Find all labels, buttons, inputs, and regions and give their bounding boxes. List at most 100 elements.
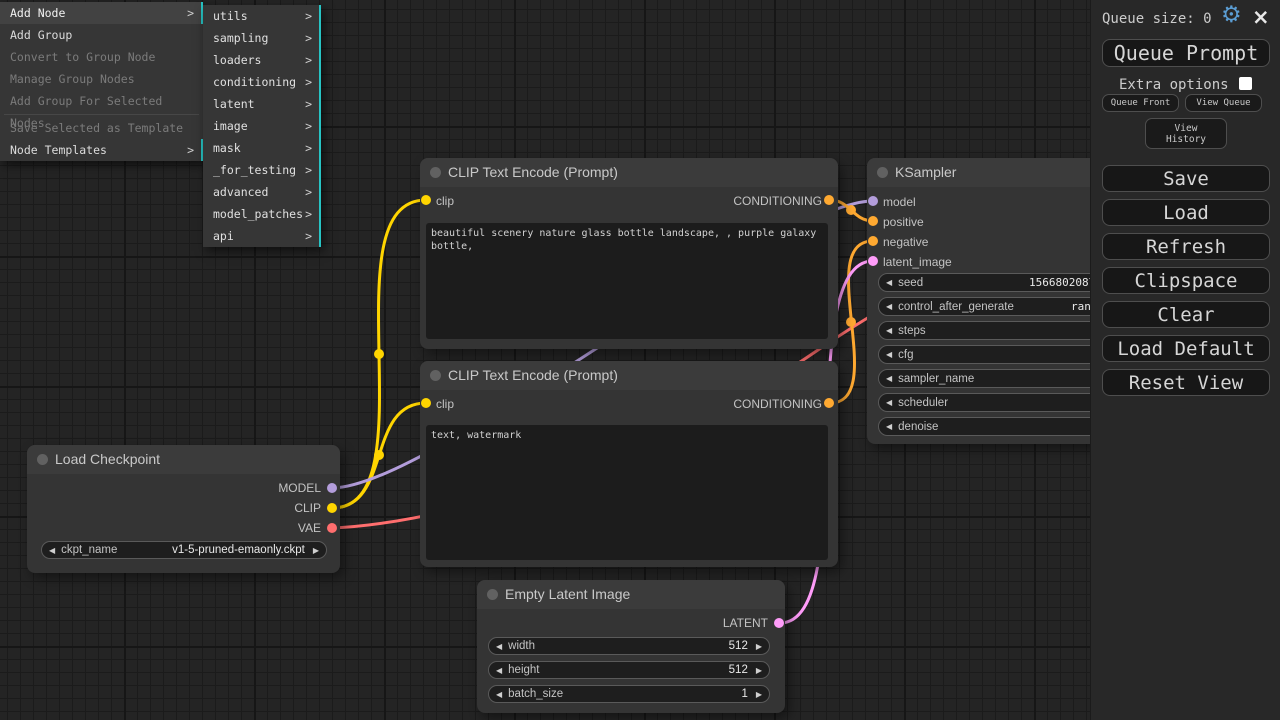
submenu-item-latent[interactable]: latent > (203, 93, 321, 115)
widget-denoise[interactable]: ◀ denoise (878, 417, 1124, 436)
decrement-arrow-icon[interactable]: ◀ (886, 350, 892, 359)
collapse-dot-icon[interactable] (487, 589, 498, 600)
view-queue-button[interactable]: View Queue (1185, 94, 1262, 112)
collapse-dot-icon[interactable] (430, 167, 441, 178)
decrement-arrow-icon[interactable]: ◀ (886, 278, 892, 287)
comfy-menu-panel: Queue size: 0 ⚙ × Queue Prompt Extra opt… (1090, 0, 1280, 720)
extra-options-checkbox[interactable] (1239, 77, 1252, 90)
collapse-dot-icon[interactable] (430, 370, 441, 381)
prompt-textarea[interactable]: beautiful scenery nature glass bottle la… (426, 223, 828, 339)
decrement-arrow-icon[interactable]: ◀ (886, 398, 892, 407)
node-clip-text-encode-1[interactable]: CLIP Text Encode (Prompt) clip CONDITION… (420, 158, 838, 349)
submenu-item-model-patches[interactable]: model_patches > (203, 203, 321, 225)
menu-item-node-templates[interactable]: Node Templates > (0, 139, 203, 161)
output-port-vae[interactable] (327, 523, 337, 533)
close-icon[interactable]: × (1252, 5, 1270, 29)
view-history-button[interactable]: View History (1145, 118, 1227, 149)
input-port-negative[interactable] (868, 236, 878, 246)
queue-front-button[interactable]: Queue Front (1102, 94, 1179, 112)
node-title-bar[interactable]: Load Checkpoint (27, 445, 340, 474)
collapse-dot-icon[interactable] (37, 454, 48, 465)
submenu-item-sampling[interactable]: sampling > (203, 27, 321, 49)
prompt-textarea[interactable]: text, watermark (426, 425, 828, 560)
submenu-arrow-icon: > (305, 137, 312, 159)
menu-item-save-selected-as-template[interactable]: Save Selected as Template (0, 117, 203, 139)
widget-steps[interactable]: ◀ steps (878, 321, 1124, 340)
submenu-item-api[interactable]: api > (203, 225, 321, 247)
input-port-model[interactable] (868, 196, 878, 206)
increment-arrow-icon[interactable]: ▶ (756, 666, 762, 675)
menu-item-add-group[interactable]: Add Group (0, 24, 203, 46)
load-button[interactable]: Load (1102, 199, 1270, 226)
submenu-item-for-testing[interactable]: _for_testing > (203, 159, 321, 181)
output-port-conditioning[interactable] (824, 195, 834, 205)
output-port-clip[interactable] (327, 503, 337, 513)
collapse-dot-icon[interactable] (877, 167, 888, 178)
node-title-bar[interactable]: CLIP Text Encode (Prompt) (420, 361, 838, 390)
widget-ckpt-name[interactable]: ◀ ckpt_name v1-5-pruned-emaonly.ckpt ▶ (41, 541, 327, 559)
input-port-clip[interactable] (421, 195, 431, 205)
submenu-arrow-icon: > (187, 139, 194, 161)
widget-batch-size[interactable]: ◀ batch_size 1 ▶ (488, 685, 770, 703)
submenu-item-utils[interactable]: utils > (203, 5, 321, 27)
input-port-positive[interactable] (868, 216, 878, 226)
output-port-latent[interactable] (774, 618, 784, 628)
menu-item-manage-group-nodes[interactable]: Manage Group Nodes (0, 68, 203, 90)
decrement-arrow-icon[interactable]: ◀ (496, 642, 502, 651)
widget-label: denoise (898, 421, 938, 433)
widget-cfg[interactable]: ◀ cfg (878, 345, 1124, 364)
output-port-model[interactable] (327, 483, 337, 493)
menu-item-add-group-for-selected-nodes[interactable]: Add Group For Selected Nodes (0, 90, 203, 112)
reset-view-button[interactable]: Reset View (1102, 369, 1270, 396)
submenu-item-advanced[interactable]: advanced > (203, 181, 321, 203)
node-load-checkpoint[interactable]: Load Checkpoint MODEL CLIP VAE ◀ ckpt_na… (27, 445, 340, 573)
increment-arrow-icon[interactable]: ▶ (756, 642, 762, 651)
submenu-item-label: latent (213, 97, 255, 111)
decrement-arrow-icon[interactable]: ◀ (886, 302, 892, 311)
prev-option-arrow-icon[interactable]: ◀ (49, 546, 55, 555)
decrement-arrow-icon[interactable]: ◀ (886, 326, 892, 335)
node-title: Empty Latent Image (505, 586, 630, 602)
node-empty-latent-image[interactable]: Empty Latent Image LATENT ◀ width 512 ▶ … (477, 580, 785, 713)
widget-height[interactable]: ◀ height 512 ▶ (488, 661, 770, 679)
decrement-arrow-icon[interactable]: ◀ (886, 374, 892, 383)
input-port-clip[interactable] (421, 398, 431, 408)
widget-width[interactable]: ◀ width 512 ▶ (488, 637, 770, 655)
node-title-bar[interactable]: Empty Latent Image (477, 580, 785, 609)
submenu-item-mask[interactable]: mask > (203, 137, 321, 159)
submenu-item-image[interactable]: image > (203, 115, 321, 137)
decrement-arrow-icon[interactable]: ◀ (886, 422, 892, 431)
widget-seed[interactable]: ◀ seed 1566802087 (878, 273, 1124, 292)
menu-item-convert-to-group-node[interactable]: Convert to Group Node (0, 46, 203, 68)
clear-button[interactable]: Clear (1102, 301, 1270, 328)
submenu-item-conditioning[interactable]: conditioning > (203, 71, 321, 93)
increment-arrow-icon[interactable]: ▶ (756, 690, 762, 699)
widget-label: width (508, 640, 535, 652)
input-port-latent-image[interactable] (868, 256, 878, 266)
menu-item-add-node[interactable]: Add Node > (0, 2, 203, 24)
node-clip-text-encode-2[interactable]: CLIP Text Encode (Prompt) clip CONDITION… (420, 361, 838, 567)
refresh-button[interactable]: Refresh (1102, 233, 1270, 260)
node-title: CLIP Text Encode (Prompt) (448, 367, 618, 383)
save-button[interactable]: Save (1102, 165, 1270, 192)
widget-control-after-generate[interactable]: ◀ control_after_generate ran (878, 297, 1124, 316)
submenu-item-label: image (213, 119, 248, 133)
node-title-bar[interactable]: CLIP Text Encode (Prompt) (420, 158, 838, 187)
submenu-item-label: _for_testing (213, 163, 296, 177)
output-port-conditioning[interactable] (824, 398, 834, 408)
settings-gear-icon[interactable]: ⚙ (1221, 2, 1242, 28)
decrement-arrow-icon[interactable]: ◀ (496, 690, 502, 699)
next-option-arrow-icon[interactable]: ▶ (313, 546, 319, 555)
submenu-item-loaders[interactable]: loaders > (203, 49, 321, 71)
clipspace-button[interactable]: Clipspace (1102, 267, 1270, 294)
submenu-item-label: conditioning (213, 75, 296, 89)
widget-scheduler[interactable]: ◀ scheduler (878, 393, 1124, 412)
submenu-arrow-icon: > (305, 225, 312, 247)
load-default-button[interactable]: Load Default (1102, 335, 1270, 362)
submenu-item-label: utils (213, 9, 248, 23)
queue-prompt-button[interactable]: Queue Prompt (1102, 39, 1270, 67)
decrement-arrow-icon[interactable]: ◀ (496, 666, 502, 675)
widget-label: seed (898, 277, 923, 289)
widget-sampler-name[interactable]: ◀ sampler_name (878, 369, 1124, 388)
submenu-arrow-icon: > (305, 115, 312, 137)
